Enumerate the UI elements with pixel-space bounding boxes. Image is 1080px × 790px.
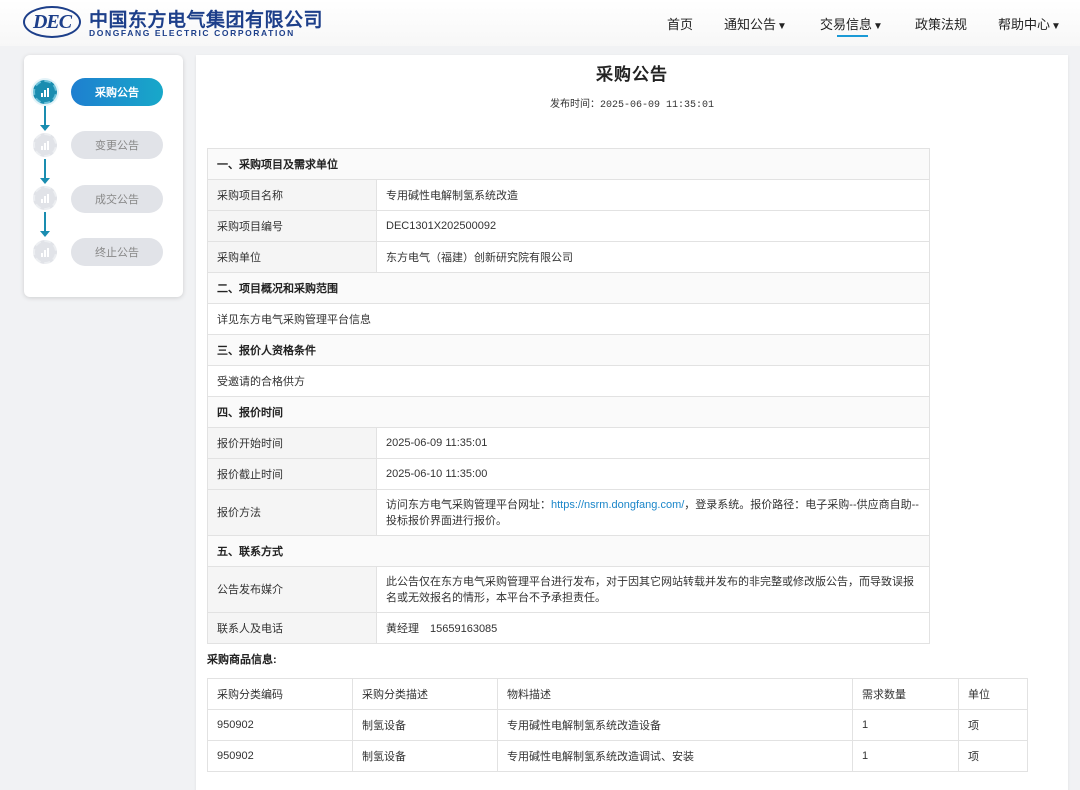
step-chart-icon xyxy=(33,80,57,104)
step-chart-icon xyxy=(33,240,57,264)
arrow-down-icon xyxy=(40,212,50,237)
field-label: 报价截止时间 xyxy=(207,458,377,490)
chevron-down-icon: ▼ xyxy=(1051,21,1061,32)
table-row: 950902 制氢设备 专用碱性电解制氢系统改造调试、安装 1 项 xyxy=(207,740,1028,772)
table-row: 联系人及电话 黄经理 15659163085 xyxy=(207,612,930,644)
announcement-info-table: 一、采购项目及需求单位 采购项目名称 专用碱性电解制氢系统改造 采购项目编号 DEC… xyxy=(207,148,930,644)
field-value: 东方电气（福建）创新研究院有限公司 xyxy=(376,241,930,273)
step-deal-notice[interactable]: 成交公告 xyxy=(71,185,163,213)
platform-link[interactable]: https://nsrm.dongfang.com/ xyxy=(551,499,684,511)
table-row: 四、报价时间 xyxy=(207,396,930,428)
table-row: 采购项目编号 DEC1301X202500092 xyxy=(207,210,930,242)
field-value: 专用碱性电解制氢系统改造 xyxy=(376,179,930,211)
page-title: 采购公告 xyxy=(596,65,668,84)
chevron-down-icon: ▼ xyxy=(873,21,883,32)
field-label: 采购单位 xyxy=(207,241,377,273)
section-heading: 五、联系方式 xyxy=(207,535,930,567)
step-chart-icon xyxy=(33,133,57,157)
field-value: 2025-06-10 11:35:00 xyxy=(376,458,930,490)
field-value: 黄经理 15659163085 xyxy=(376,612,930,644)
field-value: 受邀请的合格供方 xyxy=(207,365,930,397)
field-value: DEC1301X202500092 xyxy=(376,210,930,242)
table-row: 报价方法 访问东方电气采购管理平台网址：https://nsrm.dongfang… xyxy=(207,489,930,536)
table-header-row: 采购分类编码 采购分类描述 物料描述 需求数量 单位 xyxy=(207,678,1028,710)
field-value: 详见东方电气采购管理平台信息 xyxy=(207,303,930,335)
table-cell: 1 xyxy=(852,709,959,741)
field-value: 2025-06-09 11:35:01 xyxy=(376,427,930,459)
arrow-down-icon xyxy=(40,106,50,131)
nav-home[interactable]: 首页 xyxy=(667,14,693,33)
table-row: 受邀请的合格供方 xyxy=(207,365,930,397)
field-label: 报价方法 xyxy=(207,489,377,536)
column-header: 物料描述 xyxy=(497,678,853,710)
table-row: 采购单位 东方电气（福建）创新研究院有限公司 xyxy=(207,241,930,273)
nav-help[interactable]: 帮助中心▼ xyxy=(998,14,1061,33)
table-row: 950902 制氢设备 专用碱性电解制氢系统改造设备 1 项 xyxy=(207,709,1028,741)
step-procurement-notice[interactable]: 采购公告 xyxy=(71,78,163,106)
publish-time: 发布时间：2025-06-09 11:35:01 xyxy=(549,99,715,111)
table-cell: 制氢设备 xyxy=(352,740,498,772)
section-heading: 三、报价人资格条件 xyxy=(207,334,930,366)
company-name-en: DONGFANG ELECTRIC CORPORATION xyxy=(89,28,295,38)
table-row: 二、项目概况和采购范围 xyxy=(207,272,930,304)
arrow-down-icon xyxy=(40,159,50,184)
goods-table: 采购分类编码 采购分类描述 物料描述 需求数量 单位 950902 制氢设备 专… xyxy=(207,678,1028,772)
table-cell: 项 xyxy=(958,740,1028,772)
table-row: 报价开始时间 2025-06-09 11:35:01 xyxy=(207,427,930,459)
field-label: 公告发布媒介 xyxy=(207,566,377,613)
table-cell: 专用碱性电解制氢系统改造调试、安装 xyxy=(497,740,853,772)
column-header: 采购分类编码 xyxy=(207,678,353,710)
nav-notices[interactable]: 通知公告▼ xyxy=(724,14,787,33)
table-row: 一、采购项目及需求单位 xyxy=(207,148,930,180)
dec-logo-icon[interactable]: DEC xyxy=(23,6,81,38)
nav-trade-info[interactable]: 交易信息▼ xyxy=(820,14,883,33)
field-value: 访问东方电气采购管理平台网址：https://nsrm.dongfang.com… xyxy=(376,489,930,536)
field-label: 联系人及电话 xyxy=(207,612,377,644)
table-cell: 项 xyxy=(958,709,1028,741)
top-header: DEC 中国东方电气集团有限公司 DONGFANG ELECTRIC CORPO… xyxy=(0,0,1080,46)
section-heading: 二、项目概况和采购范围 xyxy=(207,272,930,304)
section-heading: 一、采购项目及需求单位 xyxy=(207,148,930,180)
table-row: 五、联系方式 xyxy=(207,535,930,567)
table-cell: 制氢设备 xyxy=(352,709,498,741)
column-header: 采购分类描述 xyxy=(352,678,498,710)
step-termination-notice[interactable]: 终止公告 xyxy=(71,238,163,266)
nav-active-indicator xyxy=(837,35,868,37)
section-heading: 四、报价时间 xyxy=(207,396,930,428)
column-header: 单位 xyxy=(958,678,1028,710)
table-row: 公告发布媒介 此公告仅在东方电气采购管理平台进行发布，对于因其它网站转载并发布的非… xyxy=(207,566,930,613)
table-row: 三、报价人资格条件 xyxy=(207,334,930,366)
step-chart-icon xyxy=(33,186,57,210)
nav-policies[interactable]: 政策法规 xyxy=(915,14,967,33)
table-row: 采购项目名称 专用碱性电解制氢系统改造 xyxy=(207,179,930,211)
field-label: 采购项目名称 xyxy=(207,179,377,211)
announcement-steps-panel: 采购公告 变更公告 成交公告 终止公告 xyxy=(24,55,183,297)
table-cell: 950902 xyxy=(207,740,353,772)
field-label: 采购项目编号 xyxy=(207,210,377,242)
goods-section-title: 采购商品信息: xyxy=(207,654,277,666)
table-cell: 专用碱性电解制氢系统改造设备 xyxy=(497,709,853,741)
step-change-notice[interactable]: 变更公告 xyxy=(71,131,163,159)
announcement-content: 采购公告 发布时间：2025-06-09 11:35:01 一、采购项目及需求单… xyxy=(196,55,1068,790)
field-value: 此公告仅在东方电气采购管理平台进行发布，对于因其它网站转载并发布的非完整或修改版… xyxy=(376,566,930,613)
column-header: 需求数量 xyxy=(852,678,959,710)
table-row: 详见东方电气采购管理平台信息 xyxy=(207,303,930,335)
table-cell: 950902 xyxy=(207,709,353,741)
field-label: 报价开始时间 xyxy=(207,427,377,459)
chevron-down-icon: ▼ xyxy=(777,21,787,32)
table-row: 报价截止时间 2025-06-10 11:35:00 xyxy=(207,458,930,490)
table-cell: 1 xyxy=(852,740,959,772)
